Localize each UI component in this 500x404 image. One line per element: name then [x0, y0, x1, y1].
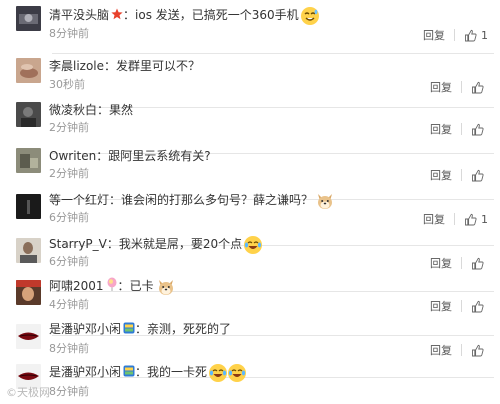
timestamp: 4分钟前: [49, 298, 89, 311]
comment-item: 清平没头脑 ：ios 发送，已搞死一个360手机 8分钟前 回复 1: [0, 2, 500, 54]
avatar[interactable]: [16, 324, 41, 349]
username[interactable]: 等一个红灯: [49, 193, 109, 207]
sweat-smile-emoji-icon: [300, 6, 319, 25]
doge-emoji-icon: [157, 278, 175, 296]
avatar[interactable]: [16, 280, 41, 305]
avatar[interactable]: [16, 58, 41, 83]
balloon-badge-icon: [106, 277, 118, 296]
comment-text: 发群里可以不？: [116, 59, 201, 73]
reply-button[interactable]: 回复: [430, 298, 452, 314]
comment-item: 是潘驴邓小闲 ：我的一卡死 8分钟前: [0, 362, 500, 404]
like-button[interactable]: [471, 300, 488, 313]
star-badge-icon: [111, 7, 123, 25]
divider: [454, 29, 455, 41]
timestamp: 6分钟前: [49, 211, 89, 224]
thumbs-up-icon: [465, 29, 477, 41]
username[interactable]: StarryP_V: [49, 237, 107, 251]
thumbs-up-icon: [472, 300, 484, 312]
like-count: 1: [481, 28, 488, 42]
timestamp: 2分钟前: [49, 121, 89, 134]
like-button[interactable]: [471, 81, 488, 94]
like-button[interactable]: 1: [464, 29, 488, 42]
timestamp: 8分钟前: [49, 342, 89, 355]
username[interactable]: 是潘驴邓小闲: [49, 322, 121, 336]
comment-text: 跟阿里云系统有关?: [108, 149, 211, 163]
username[interactable]: 阿啸2001: [49, 279, 104, 293]
like-button[interactable]: [471, 257, 488, 270]
laugh-cry-emoji-icon: [244, 235, 263, 254]
reply-button[interactable]: 回复: [430, 255, 452, 271]
timestamp: 8分钟前: [49, 385, 89, 398]
reply-button[interactable]: 回复: [430, 121, 452, 137]
comment-item: Owriten：跟阿里云系统有关? 2分钟前 回复: [0, 142, 500, 200]
comment-feed: 清平没头脑 ：ios 发送，已搞死一个360手机 8分钟前 回复 1 李晨lizo…: [0, 0, 500, 404]
like-button[interactable]: [471, 344, 488, 357]
comment-text: 谁会闲的打那么多句号？薛之谦吗？: [121, 193, 314, 207]
comment-item: 等一个红灯：谁会闲的打那么多句号？薛之谦吗？ 6分钟前 回复 1: [0, 188, 500, 246]
laugh-cry-emoji-icon: [209, 363, 228, 382]
avatar[interactable]: [16, 6, 41, 31]
timestamp: 6分钟前: [49, 255, 89, 268]
reply-button[interactable]: 回复: [423, 27, 445, 43]
timestamp: 30秒前: [49, 78, 85, 91]
thumbs-up-icon: [472, 257, 484, 269]
avatar[interactable]: [16, 148, 41, 173]
comment-text: 亲测，死死的了: [147, 322, 232, 336]
thumbs-up-icon: [465, 213, 477, 225]
comment-text: 果然: [109, 103, 134, 117]
thumbs-up-icon: [472, 123, 484, 135]
username[interactable]: Owriten: [49, 149, 96, 163]
timestamp: 2分钟前: [49, 167, 89, 180]
comment-text: 我的一卡死: [147, 365, 208, 379]
comment-item: 微凌秋白：果然 2分钟前 回复: [0, 96, 500, 154]
like-button[interactable]: [471, 169, 488, 182]
thumbs-up-icon: [472, 81, 484, 93]
like-count: 1: [481, 212, 488, 226]
thumbs-up-icon: [472, 169, 484, 181]
thumbs-up-icon: [472, 344, 484, 356]
vip-badge-icon: [123, 364, 135, 382]
reply-button[interactable]: 回复: [430, 79, 452, 95]
comment-text: ios 发送，已搞死一个360手机: [135, 8, 299, 22]
vip-badge-icon: [123, 321, 135, 339]
avatar[interactable]: [16, 194, 41, 219]
avatar[interactable]: [16, 238, 41, 263]
like-button[interactable]: [471, 123, 488, 136]
reply-button[interactable]: 回复: [430, 167, 452, 183]
laugh-cry-emoji-icon: [228, 363, 247, 382]
username[interactable]: 清平没头脑: [49, 8, 109, 22]
divider: [461, 81, 462, 93]
username[interactable]: 是潘驴邓小闲: [49, 365, 121, 379]
username[interactable]: 李晨lizole: [49, 59, 104, 73]
comment-item: 李晨lizole：发群里可以不？ 30秒前 回复: [0, 50, 500, 108]
timestamp: 8分钟前: [49, 27, 89, 40]
divider: [461, 123, 462, 135]
reply-button[interactable]: 回复: [423, 211, 445, 227]
comment-text: 已卡: [129, 279, 154, 293]
comment-text: 我米就是屌，要20个点: [118, 237, 243, 251]
like-button[interactable]: 1: [464, 213, 488, 226]
reply-button[interactable]: 回复: [430, 342, 452, 358]
divider: [454, 213, 455, 225]
divider: [461, 257, 462, 269]
divider: [461, 169, 462, 181]
doge-emoji-icon: [316, 192, 334, 210]
watermark: ©天极网: [6, 386, 50, 399]
divider: [461, 300, 462, 312]
avatar[interactable]: [16, 102, 41, 127]
username[interactable]: 微凌秋白: [49, 103, 97, 117]
divider: [461, 344, 462, 356]
